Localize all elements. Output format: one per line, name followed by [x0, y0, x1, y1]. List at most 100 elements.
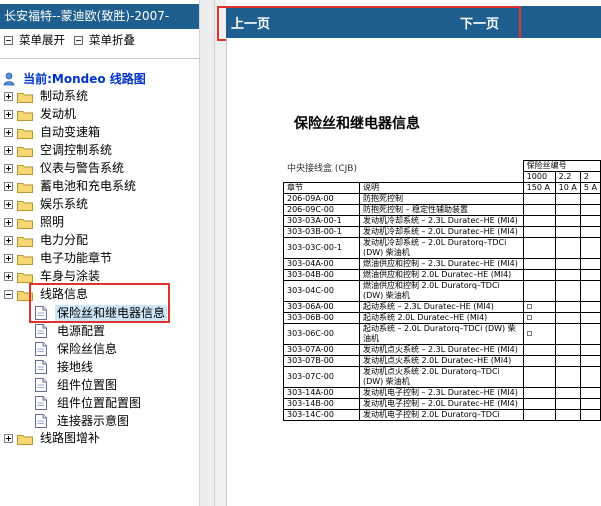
tree-leaf-label: 保险丝和继电器信息 — [55, 305, 168, 321]
table-cell — [579, 344, 601, 356]
table-cell — [554, 301, 581, 313]
table-cell — [522, 269, 556, 281]
expand-icon[interactable] — [4, 110, 13, 119]
expand-icon[interactable] — [4, 272, 13, 281]
table-cell — [522, 301, 556, 313]
table-row-description: 发动机电子控制 – 2.0L Duratec–HE (MI4) — [358, 398, 524, 410]
table-cell — [554, 312, 581, 324]
tree-root[interactable]: 当前:Mondeo 线路图 — [2, 68, 146, 86]
expand-icon[interactable] — [4, 254, 13, 263]
menu-collapse-button[interactable]: 菜单折叠 — [74, 33, 135, 47]
table-row: 303-03B-00-1 发动机冷却系统 – 2.0L Duratec–HE (M… — [283, 226, 601, 238]
fuse-rating: 10 A — [554, 182, 581, 194]
table-cell — [579, 409, 601, 421]
table-row: 303-04C-00 燃油供应和控制 2.0L Duratorq–TDCi (DW… — [283, 280, 601, 302]
table-cell — [579, 301, 601, 313]
folder-icon — [17, 91, 33, 103]
table-cell — [579, 226, 601, 238]
table-cell — [522, 398, 556, 410]
table-row: 303-14B-00 发动机电子控制 – 2.0L Duratec–HE (MI4… — [283, 398, 601, 410]
document-icon — [35, 342, 47, 356]
expand-icon[interactable] — [4, 182, 13, 191]
table-cell — [522, 312, 556, 324]
divider — [0, 58, 199, 59]
table-row-section: 303-04C-00 — [283, 280, 360, 302]
column-header: 章节 — [283, 182, 360, 194]
table-cell — [579, 193, 601, 205]
tree-leaf-label: 电源配置 — [57, 324, 106, 338]
table-row: 303-07C-00 发动机点火系统 2.0L Duratorq–TDCi (DW… — [283, 366, 601, 388]
table-cell — [579, 215, 601, 227]
table-cell — [579, 204, 601, 216]
folder-icon — [17, 217, 33, 229]
table-row-section: 303-14A-00 — [283, 387, 360, 399]
table-cell — [579, 237, 601, 259]
table-cell — [522, 226, 556, 238]
fuse-rating: 5 A — [579, 182, 601, 194]
document-title: 保险丝和继电器信息 — [294, 116, 420, 132]
table-cell — [579, 258, 601, 270]
table-cell — [554, 204, 581, 216]
table-cell — [522, 258, 556, 270]
expand-icon[interactable] — [4, 236, 13, 245]
table-row-section: 303-07A-00 — [283, 344, 360, 356]
column-header: 说明 — [358, 182, 524, 194]
table-cell — [522, 193, 556, 205]
tree-node-label: 发动机 — [40, 107, 77, 121]
user-icon — [3, 72, 15, 86]
table-row-section: 303-07C-00 — [283, 366, 360, 388]
table-row-description: 发动机点火系统 2.0L Duratec–HE (MI4) — [358, 355, 524, 367]
frame-border — [214, 0, 226, 506]
menu-expand-button[interactable]: 菜单展开 — [4, 33, 65, 47]
table-cell — [522, 355, 556, 367]
table-row: 206-09A-00 防抱死控制 — [283, 193, 601, 205]
expand-icon[interactable] — [4, 218, 13, 227]
table-cell — [554, 193, 581, 205]
table-cell — [554, 280, 581, 302]
table-row-description: 发动机电子控制 – 2.3L Duratec–HE (MI4) — [358, 387, 524, 399]
expand-all-icon — [4, 36, 13, 45]
table-cell — [554, 258, 581, 270]
document-icon — [35, 378, 47, 392]
expand-icon[interactable] — [4, 164, 13, 173]
tree-node-label: 电力分配 — [40, 233, 89, 247]
table-header-row: 章节 说明 150 A 10 A5 A — [283, 182, 601, 194]
table-cell — [579, 398, 601, 410]
checkbox-icon — [526, 304, 532, 309]
table-row-section: 303-04A-00 — [283, 258, 360, 270]
table-cell — [554, 226, 581, 238]
table-row: 303-06C-00 起动系统 – 2.0L Duratorq–TDCi (DW)… — [283, 323, 601, 345]
table-cell — [522, 323, 556, 345]
table-cell — [554, 344, 581, 356]
table-header-row: 保险丝编号 — [284, 160, 601, 172]
expand-icon[interactable] — [4, 92, 13, 101]
table-row-description: 起动系统 – 2.0L Duratorq–TDCi (DW) 柴油机 — [358, 323, 524, 345]
document-icon — [35, 414, 47, 428]
table-cell — [579, 366, 601, 388]
table-row: 303-14C-00 发动机电子控制 2.0L Duratorq–TDCi — [283, 409, 601, 421]
table-row-description: 发动机电子控制 2.0L Duratorq–TDCi — [358, 409, 524, 421]
table-row-section: 303-03A-00-1 — [283, 215, 360, 227]
expand-icon[interactable] — [4, 128, 13, 137]
expand-icon[interactable] — [4, 200, 13, 209]
table-row-section: 206-09C-00 — [283, 204, 360, 216]
table-row-section: 303-14C-00 — [283, 409, 360, 421]
table-cell — [522, 344, 556, 356]
prev-page-link[interactable]: 上一页 — [231, 13, 270, 32]
expand-icon[interactable] — [4, 434, 13, 443]
table-row-section: 303-07B-00 — [283, 355, 360, 367]
table-row-section: 303-04B-00 — [283, 269, 360, 281]
collapse-icon[interactable] — [4, 290, 13, 299]
table-row-section: 303-03B-00-1 — [283, 226, 360, 238]
table-row-description: 发动机点火系统 2.0L Duratorq–TDCi (DW) 柴油机 — [358, 366, 524, 388]
folder-icon — [17, 235, 33, 247]
tree-node-label: 制动系统 — [40, 89, 89, 103]
collapse-all-icon — [74, 36, 83, 45]
expand-icon[interactable] — [4, 146, 13, 155]
pane-splitter[interactable] — [199, 0, 214, 506]
next-page-link[interactable]: 下一页 — [460, 13, 499, 32]
table-cell — [522, 204, 556, 216]
tree-leaf-label: 连接器示意图 — [57, 414, 130, 428]
table-cell — [579, 387, 601, 399]
tree-node-label: 娱乐系统 — [40, 197, 89, 211]
